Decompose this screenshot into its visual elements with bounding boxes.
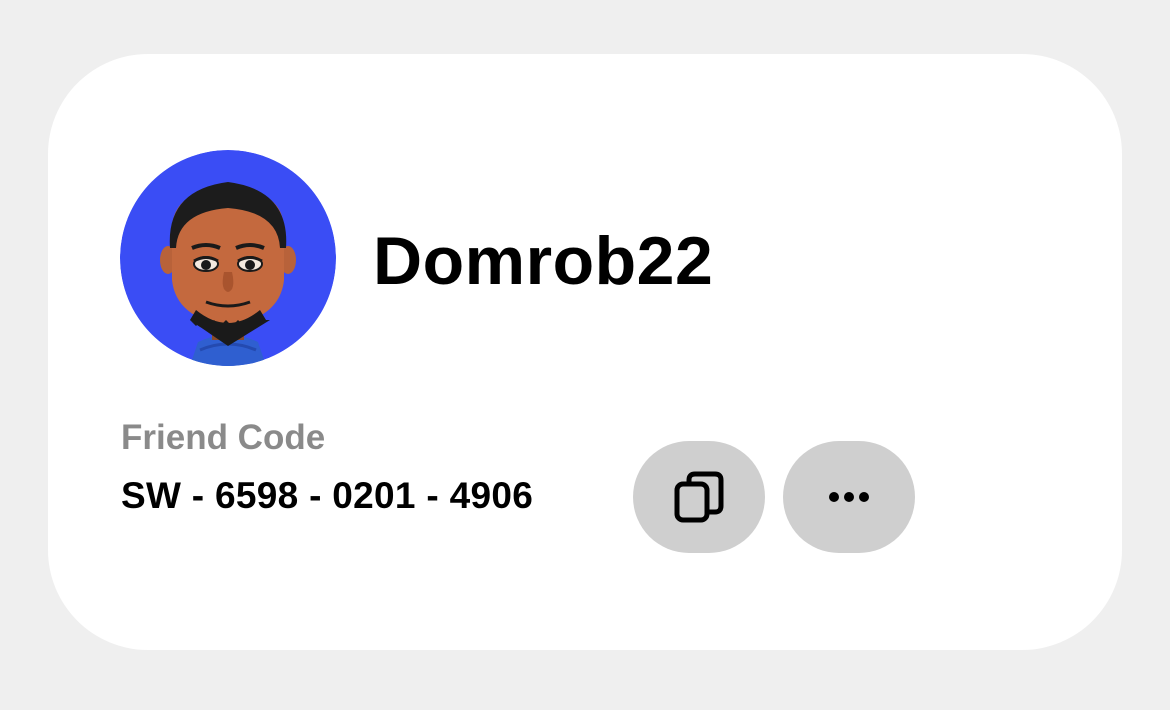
friend-code-value: SW - 6598 - 0201 - 4906: [121, 475, 534, 516]
ellipsis-icon: [829, 492, 869, 502]
mii-avatar-icon: [120, 150, 336, 366]
avatar[interactable]: [120, 150, 336, 366]
copy-button[interactable]: [633, 441, 765, 553]
copy-icon: [674, 471, 724, 523]
friend-code-label: Friend Code: [121, 418, 326, 457]
username: Domrob22: [373, 223, 714, 299]
more-options-button[interactable]: [783, 441, 915, 553]
